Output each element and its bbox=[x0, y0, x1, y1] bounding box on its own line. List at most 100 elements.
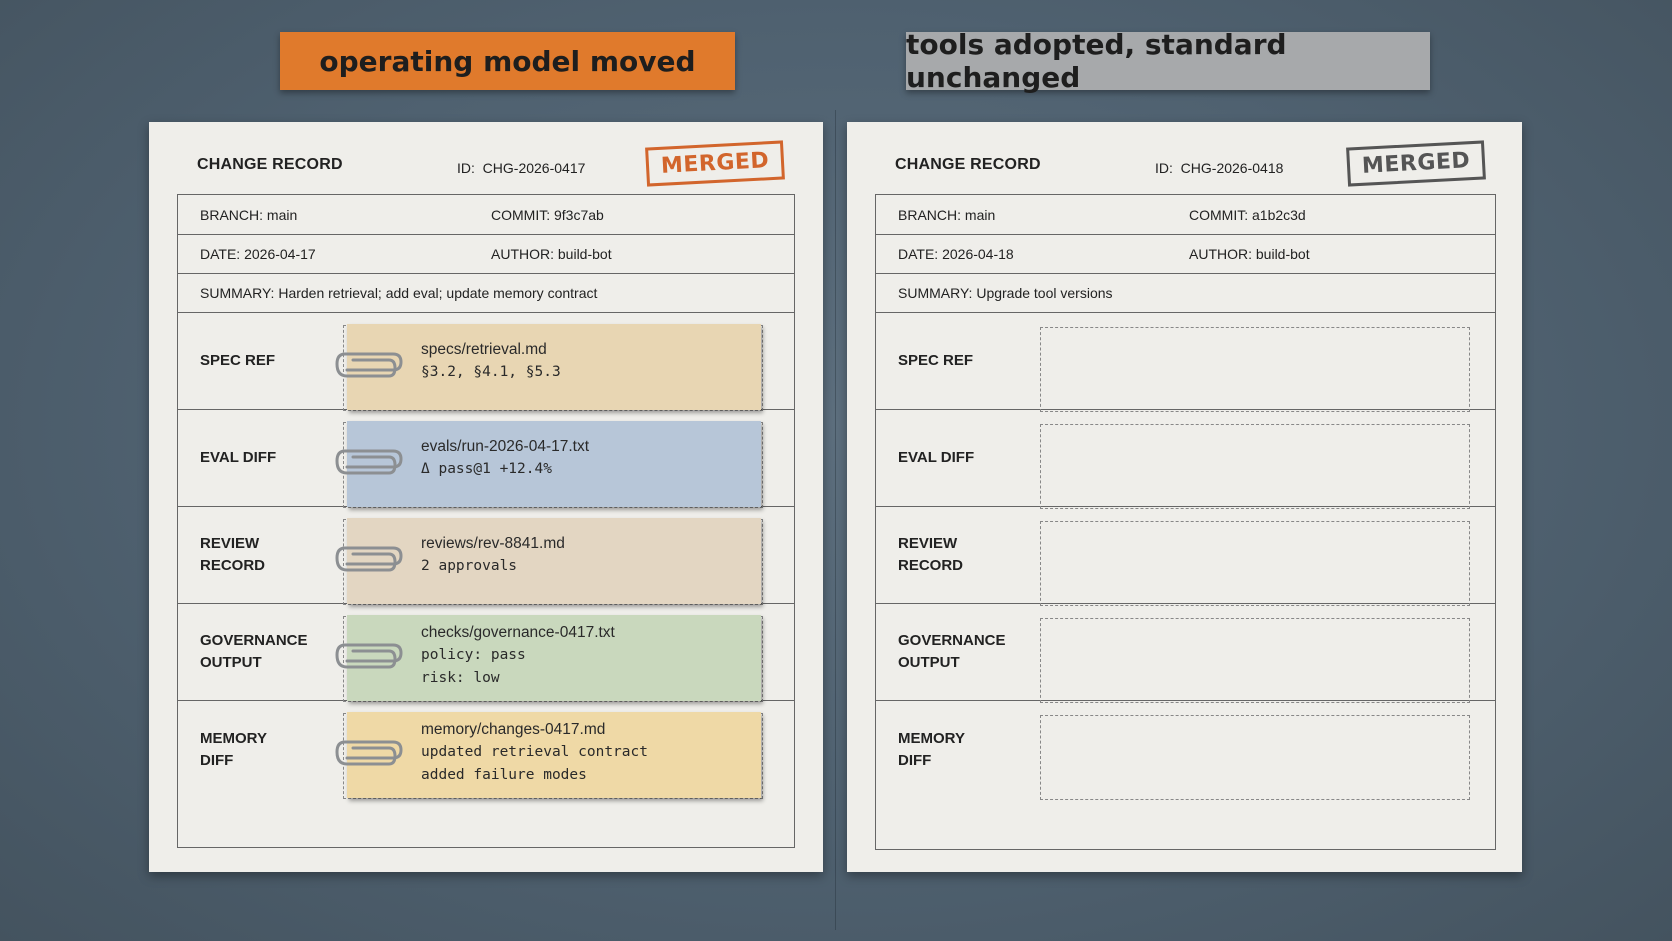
author-label: AUTHOR: bbox=[1189, 246, 1252, 262]
section-row-review-record: REVIEW RECORD reviews/rev-8841.md 2 approv… bbox=[178, 506, 794, 605]
note-file: checks/governance-0417.txt bbox=[421, 624, 615, 641]
section-label-memory-diff: MEMORY DIFF bbox=[200, 729, 267, 769]
author-field: AUTHOR: build-bot bbox=[1189, 246, 1310, 262]
sheet-title: CHANGE RECORD bbox=[197, 156, 343, 173]
attached-note-memory-diff[interactable]: memory/changes-0417.md updated retrieval … bbox=[335, 712, 761, 798]
merged-stamp: MERGED bbox=[645, 140, 786, 187]
note-detail: updated retrieval contract added failure… bbox=[421, 744, 648, 783]
author-value: build-bot bbox=[557, 246, 612, 262]
commit-field: COMMIT: 9f3c7ab bbox=[491, 207, 604, 223]
section-row-governance-output: GOVERNANCE OUTPUT checks/governance-0417.… bbox=[178, 603, 794, 702]
branch-label: BRANCH: bbox=[898, 207, 962, 223]
record-id: ID: CHG-2026-0418 bbox=[1155, 160, 1283, 176]
meta-row-branch: BRANCH: main COMMIT: a1b2c3d bbox=[876, 195, 1495, 235]
note-file: memory/changes-0417.md bbox=[421, 721, 606, 738]
paperclip-icon bbox=[335, 542, 407, 578]
id-value: CHG-2026-0418 bbox=[1180, 160, 1284, 176]
empty-attachment-slot bbox=[1040, 715, 1470, 800]
section-label-review-record: REVIEW RECORD bbox=[200, 534, 266, 574]
change-record-sheet-right: CHANGE RECORD ID: CHG-2026-0418 MERGED B… bbox=[847, 122, 1522, 872]
empty-attachment-slot bbox=[1040, 424, 1470, 509]
note-text: memory/changes-0417.md updated retrieval … bbox=[421, 718, 648, 787]
section-row-eval-diff: EVAL DIFF evals/run-2026-04-17.txt Δ pass@… bbox=[178, 409, 794, 508]
branch-value: main bbox=[964, 207, 996, 223]
id-label: ID: bbox=[1155, 160, 1173, 176]
paperclip-icon bbox=[335, 639, 407, 675]
meta-row-branch: BRANCH: main COMMIT: 9f3c7ab bbox=[178, 195, 794, 235]
attached-note-eval-diff[interactable]: evals/run-2026-04-17.txt Δ pass@1 +12.4% bbox=[335, 421, 761, 507]
id-value: CHG-2026-0417 bbox=[482, 160, 586, 176]
record-table: BRANCH: main COMMIT: a1b2c3d DATE: 2026-… bbox=[875, 194, 1496, 850]
note-text: evals/run-2026-04-17.txt Δ pass@1 +12.4% bbox=[421, 435, 589, 481]
paperclip-icon bbox=[335, 348, 407, 384]
note-file: reviews/rev-8841.md bbox=[421, 535, 565, 552]
branch-label: BRANCH: bbox=[200, 207, 264, 223]
section-label-memory-diff: MEMORY DIFF bbox=[898, 729, 965, 769]
note-text: reviews/rev-8841.md 2 approvals bbox=[421, 532, 565, 578]
meta-row-date: DATE: 2026-04-18 AUTHOR: build-bot bbox=[876, 234, 1495, 274]
summary-label: SUMMARY: bbox=[898, 285, 973, 301]
attached-note-spec-ref[interactable]: specs/retrieval.md §3.2, §4.1, §5.3 bbox=[335, 324, 761, 410]
date-value: 2026-04-18 bbox=[942, 246, 1014, 262]
summary-value: Upgrade tool versions bbox=[976, 285, 1113, 301]
section-row-spec-ref: SPEC REF bbox=[876, 312, 1495, 412]
section-row-spec-ref: SPEC REF specs/retrieval.md §3.2, §4.1, §5… bbox=[178, 312, 794, 411]
section-row-memory-diff: MEMORY DIFF memory/changes-0417.md updated… bbox=[178, 700, 794, 799]
empty-attachment-slot bbox=[1040, 521, 1470, 606]
date-label: DATE: bbox=[898, 246, 939, 262]
commit-field: COMMIT: a1b2c3d bbox=[1189, 207, 1306, 223]
meta-row-summary: SUMMARY: Upgrade tool versions bbox=[876, 273, 1495, 313]
section-label-governance-output: GOVERNANCE OUTPUT bbox=[898, 631, 1006, 671]
note-text: checks/governance-0417.txt policy: pass r… bbox=[421, 621, 615, 690]
date-label: DATE: bbox=[200, 246, 241, 262]
id-label: ID: bbox=[457, 160, 475, 176]
paperclip-icon bbox=[335, 736, 407, 772]
summary-value: Harden retrieval; add eval; update memor… bbox=[278, 285, 598, 301]
note-text: specs/retrieval.md §3.2, §4.1, §5.3 bbox=[421, 338, 561, 384]
branch-field: BRANCH: main bbox=[898, 207, 995, 223]
attached-note-review-record[interactable]: reviews/rev-8841.md 2 approvals bbox=[335, 518, 761, 604]
note-detail: Δ pass@1 +12.4% bbox=[421, 461, 552, 477]
section-label-eval-diff: EVAL DIFF bbox=[898, 448, 975, 466]
paperclip-icon bbox=[335, 445, 407, 481]
section-row-eval-diff: EVAL DIFF bbox=[876, 409, 1495, 509]
banner-operating-model: operating model moved bbox=[280, 32, 735, 90]
summary-label: SUMMARY: bbox=[200, 285, 275, 301]
section-label-governance-output: GOVERNANCE OUTPUT bbox=[200, 631, 308, 671]
section-row-memory-diff: MEMORY DIFF bbox=[876, 700, 1495, 800]
center-divider bbox=[835, 110, 836, 930]
date-field: DATE: 2026-04-17 bbox=[200, 246, 316, 262]
section-label-spec-ref: SPEC REF bbox=[898, 351, 974, 369]
record-id: ID: CHG-2026-0417 bbox=[457, 160, 585, 176]
summary-field: SUMMARY: Upgrade tool versions bbox=[898, 285, 1113, 301]
commit-value: a1b2c3d bbox=[1252, 207, 1306, 223]
empty-attachment-slot bbox=[1040, 327, 1470, 412]
record-table: BRANCH: main COMMIT: 9f3c7ab DATE: 2026-… bbox=[177, 194, 795, 848]
author-field: AUTHOR: build-bot bbox=[491, 246, 612, 262]
note-detail: §3.2, §4.1, §5.3 bbox=[421, 364, 561, 380]
section-label-spec-ref: SPEC REF bbox=[200, 351, 276, 369]
merged-stamp: MERGED bbox=[1346, 140, 1487, 187]
commit-label: COMMIT: bbox=[491, 207, 551, 223]
sheet-title: CHANGE RECORD bbox=[895, 156, 1041, 173]
banner-tools-adopted: tools adopted, standard unchanged bbox=[906, 28, 1430, 94]
section-row-governance-output: GOVERNANCE OUTPUT bbox=[876, 603, 1495, 703]
author-label: AUTHOR: bbox=[491, 246, 554, 262]
commit-value: 9f3c7ab bbox=[554, 207, 604, 223]
section-label-eval-diff: EVAL DIFF bbox=[200, 448, 277, 466]
summary-field: SUMMARY: Harden retrieval; add eval; upd… bbox=[200, 285, 597, 301]
note-file: specs/retrieval.md bbox=[421, 341, 547, 358]
section-label-review-record: REVIEW RECORD bbox=[898, 534, 964, 574]
meta-row-date: DATE: 2026-04-17 AUTHOR: build-bot bbox=[178, 234, 794, 274]
author-value: build-bot bbox=[1255, 246, 1310, 262]
branch-field: BRANCH: main bbox=[200, 207, 297, 223]
date-value: 2026-04-17 bbox=[244, 246, 316, 262]
change-record-sheet-left: CHANGE RECORD ID: CHG-2026-0417 MERGED B… bbox=[149, 122, 823, 872]
commit-label: COMMIT: bbox=[1189, 207, 1249, 223]
attached-note-governance-output[interactable]: checks/governance-0417.txt policy: pass r… bbox=[335, 615, 761, 701]
note-file: evals/run-2026-04-17.txt bbox=[421, 438, 590, 455]
branch-value: main bbox=[266, 207, 298, 223]
meta-row-summary: SUMMARY: Harden retrieval; add eval; upd… bbox=[178, 273, 794, 313]
note-detail: 2 approvals bbox=[421, 558, 518, 574]
empty-attachment-slot bbox=[1040, 618, 1470, 703]
